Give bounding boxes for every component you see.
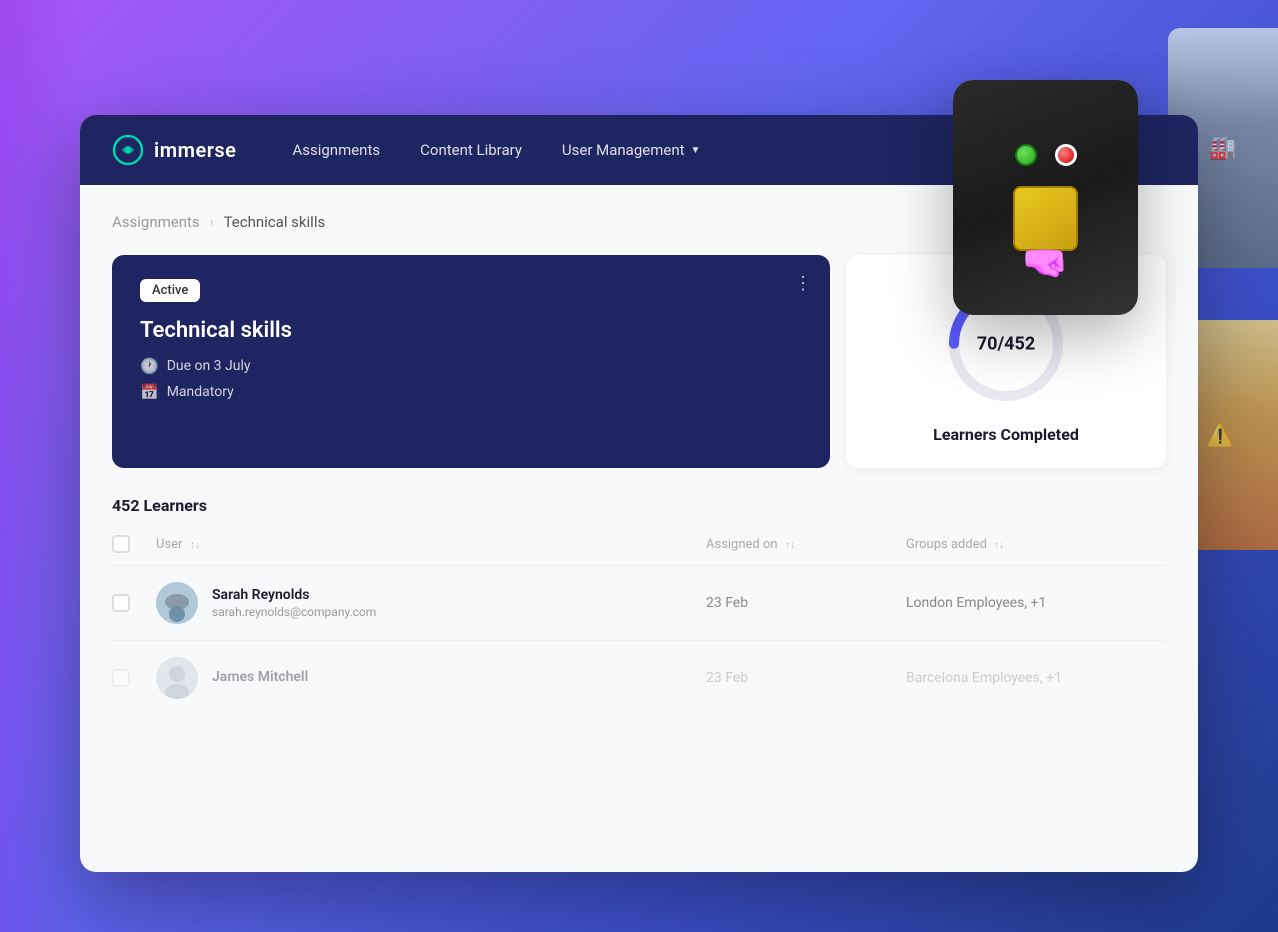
due-date-item: 🕐 Due on 3 July [140,357,802,375]
due-date-label: Due on 3 July [167,358,251,374]
row-checkbox-james[interactable] [112,669,130,687]
breadcrumb-current: Technical skills [224,213,326,231]
assignment-meta: 🕐 Due on 3 July 📅 Mandatory [140,357,802,401]
groups-sarah: London Employees, +1 [906,595,1166,611]
row-check-sarah [112,594,156,612]
user-details-sarah: Sarah Reynolds sarah.reynolds@company.co… [212,587,376,619]
row-checkbox-sarah[interactable] [112,594,130,612]
user-email-sarah: sarah.reynolds@company.com [212,605,376,619]
th-user-label: User [156,537,182,552]
user-sort-icon[interactable]: ↑↓ [190,540,200,551]
th-groups-added[interactable]: Groups added ↑↓ [906,537,1166,552]
stats-label: Learners Completed [933,425,1079,444]
avatar-sarah [156,582,198,624]
assignment-title: Technical skills [140,318,802,343]
breadcrumb-separator: › [210,215,214,230]
status-badge: Active [140,279,200,302]
vr-hand-icon: 🤜 [1022,241,1069,285]
user-info-sarah: Sarah Reynolds sarah.reynolds@company.co… [156,582,706,624]
user-details-james: James Mitchell [212,669,308,687]
vr-preview-card: 🤜 [953,80,1138,315]
assigned-date-james: 23 Feb [706,670,906,686]
nav-user-management[interactable]: User Management ▼ [562,141,701,159]
table-row: Sarah Reynolds sarah.reynolds@company.co… [112,566,1166,641]
assignment-card: ⋮ Active Technical skills 🕐 Due on 3 Jul… [112,255,830,468]
row-check-james [112,669,156,687]
clock-icon: 🕐 [140,357,159,375]
chevron-down-icon: ▼ [691,145,701,156]
table-header: User ↑↓ Assigned on ↑↓ Groups added ↑↓ [112,535,1166,566]
vr-indicator-red [1055,144,1077,166]
user-name-sarah: Sarah Reynolds [212,587,376,603]
logo-area[interactable]: immerse [112,134,236,166]
calendar-icon: 📅 [140,383,159,401]
th-user[interactable]: User ↑↓ [156,537,706,552]
nav-user-management-label: User Management [562,141,685,159]
avatar-james [156,657,198,699]
assigned-date-sarah: 23 Feb [706,595,906,611]
th-groups-label: Groups added [906,537,987,552]
user-name-james: James Mitchell [212,669,308,685]
logo-text: immerse [154,138,236,162]
user-info-james: James Mitchell [156,657,706,699]
mandatory-label: Mandatory [167,384,234,400]
nav-assignments[interactable]: Assignments [292,141,380,159]
groups-sort-icon[interactable]: ↑↓ [994,540,1004,551]
logo-icon [112,134,144,166]
assignment-menu-icon[interactable]: ⋮ [794,273,812,294]
th-assigned-on[interactable]: Assigned on ↑↓ [706,537,906,552]
th-checkbox-col [112,535,156,553]
learners-count-label: 452 Learners [112,496,1166,515]
th-assigned-label: Assigned on [706,537,778,552]
assigned-sort-icon[interactable]: ↑↓ [785,540,795,551]
mandatory-item: 📅 Mandatory [140,383,802,401]
select-all-checkbox[interactable] [112,535,130,553]
vr-indicator-green [1015,144,1037,166]
donut-text: 70/452 [977,334,1035,355]
groups-james: Barcelona Employees, +1 [906,670,1166,686]
breadcrumb-assignments[interactable]: Assignments [112,213,200,231]
table-row: James Mitchell 23 Feb Barcelona Employee… [112,641,1166,716]
nav-content-library[interactable]: Content Library [420,141,522,159]
